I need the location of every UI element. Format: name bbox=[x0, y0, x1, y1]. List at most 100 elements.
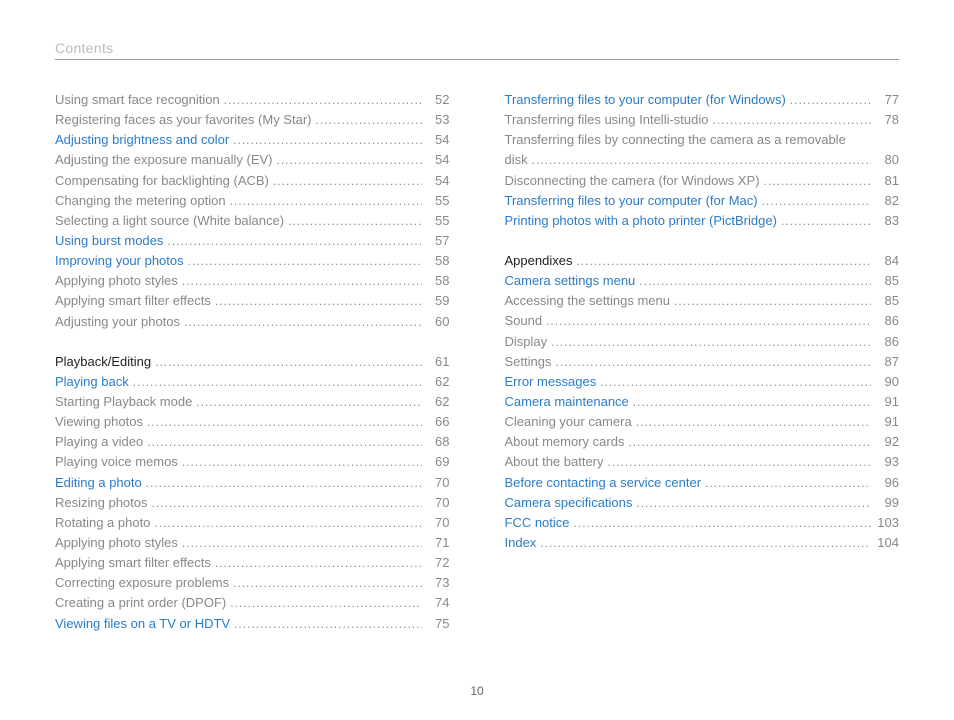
toc-entry: Using smart face recognition ...........… bbox=[55, 90, 450, 110]
toc-dots: ........................................… bbox=[273, 151, 422, 170]
toc-entry-page: 85 bbox=[871, 291, 899, 311]
toc-entry[interactable]: Index ..................................… bbox=[505, 533, 900, 553]
toc-entry-page: 80 bbox=[871, 150, 899, 170]
toc-entry-page: 62 bbox=[422, 392, 450, 412]
toc-entry-title[interactable]: FCC notice bbox=[505, 513, 570, 533]
toc-entry[interactable]: Camera specifications ..................… bbox=[505, 493, 900, 513]
toc-entry-title[interactable]: Transferring files to your computer (for… bbox=[505, 191, 758, 211]
toc-entry-title: Settings bbox=[505, 352, 552, 372]
toc-entry-page: 85 bbox=[871, 271, 899, 291]
toc-entry-wrap: Transferring files by connecting the cam… bbox=[505, 130, 900, 150]
toc-dots: ........................................… bbox=[624, 433, 871, 452]
toc-entry-title[interactable]: Printing photos with a photo printer (Pi… bbox=[505, 211, 777, 231]
toc-entry-title[interactable]: Viewing files on a TV or HDTV bbox=[55, 614, 230, 634]
toc-entry-page: 66 bbox=[422, 412, 450, 432]
toc-entry: Changing the metering option ...........… bbox=[55, 191, 450, 211]
toc-entry-title[interactable]: Adjusting brightness and color bbox=[55, 130, 229, 150]
toc-entry-page: 55 bbox=[422, 191, 450, 211]
toc-entry[interactable]: Editing a photo ........................… bbox=[55, 473, 450, 493]
toc-entry-title[interactable]: Improving your photos bbox=[55, 251, 184, 271]
toc-entry-title: Applying photo styles bbox=[55, 533, 178, 553]
toc-dots: ........................................… bbox=[551, 353, 871, 372]
toc-entry-page: 72 bbox=[422, 553, 450, 573]
toc-entry-title: Transferring files using Intelli-studio bbox=[505, 110, 709, 130]
toc-entry-page: 62 bbox=[422, 372, 450, 392]
toc-entry: Applying photo styles ..................… bbox=[55, 533, 450, 553]
toc-entry[interactable]: Using burst modes ......................… bbox=[55, 231, 450, 251]
toc-entry-title: About the battery bbox=[505, 452, 604, 472]
toc-entry-title: Selecting a light source (White balance) bbox=[55, 211, 284, 231]
toc-entry: Correcting exposure problems ...........… bbox=[55, 573, 450, 593]
toc-entry-page: 55 bbox=[422, 211, 450, 231]
toc-entry-page: 82 bbox=[871, 191, 899, 211]
toc-entry[interactable]: Playing back ...........................… bbox=[55, 372, 450, 392]
toc-left-column: Using smart face recognition ...........… bbox=[55, 90, 450, 634]
toc-entry[interactable]: Error messages .........................… bbox=[505, 372, 900, 392]
toc-entry: About the battery ......................… bbox=[505, 452, 900, 472]
toc-dots: ........................................… bbox=[211, 554, 422, 573]
toc-entry[interactable]: Viewing files on a TV or HDTV ..........… bbox=[55, 614, 450, 634]
toc-entry[interactable]: Transferring files to your computer (for… bbox=[505, 191, 900, 211]
toc-entry: Compensating for backlighting (ACB) ....… bbox=[55, 171, 450, 191]
toc-entry-title: Correcting exposure problems bbox=[55, 573, 229, 593]
toc-dots: ........................................… bbox=[284, 212, 421, 231]
toc-entry: Adjusting your photos ..................… bbox=[55, 312, 450, 332]
toc-entry-page: 92 bbox=[871, 432, 899, 452]
toc-entry-title: Compensating for backlighting (ACB) bbox=[55, 171, 269, 191]
toc-entry-title[interactable]: Playing back bbox=[55, 372, 129, 392]
toc-entry[interactable]: Adjusting brightness and color .........… bbox=[55, 130, 450, 150]
toc-entry: Viewing photos .........................… bbox=[55, 412, 450, 432]
toc-entry[interactable]: Camera settings menu ...................… bbox=[505, 271, 900, 291]
toc-dots: ........................................… bbox=[226, 192, 422, 211]
toc-dots: ........................................… bbox=[596, 373, 871, 392]
toc-dots: ........................................… bbox=[143, 433, 421, 452]
toc-entry[interactable]: Before contacting a service center .....… bbox=[505, 473, 900, 493]
toc-entry-title: Registering faces as your favorites (My … bbox=[55, 110, 311, 130]
toc-dots: ........................................… bbox=[230, 615, 421, 634]
toc-dots: ........................................… bbox=[311, 111, 421, 130]
toc-entry-page: 57 bbox=[422, 231, 450, 251]
toc-entry-page: 68 bbox=[422, 432, 450, 452]
toc-entry[interactable]: Camera maintenance .....................… bbox=[505, 392, 900, 412]
page-number: 10 bbox=[0, 684, 954, 698]
toc-entry-title[interactable]: Before contacting a service center bbox=[505, 473, 702, 493]
toc-dots: ........................................… bbox=[178, 534, 422, 553]
toc-entry-page: 96 bbox=[871, 473, 899, 493]
toc-entry-page: 54 bbox=[422, 150, 450, 170]
toc-entry-title[interactable]: Transferring files to your computer (for… bbox=[505, 90, 786, 110]
toc-dots: ........................................… bbox=[670, 292, 871, 311]
toc-entry-title[interactable]: Camera specifications bbox=[505, 493, 633, 513]
toc-entry-page: 60 bbox=[422, 312, 450, 332]
toc-dots: ........................................… bbox=[143, 413, 422, 432]
toc-entry: Resizing photos ........................… bbox=[55, 493, 450, 513]
toc-entry-title: Applying photo styles bbox=[55, 271, 178, 291]
toc-entry-page: 86 bbox=[871, 332, 899, 352]
toc-entry: Starting Playback mode .................… bbox=[55, 392, 450, 412]
toc-entry-title: Display bbox=[505, 332, 548, 352]
toc-right-column: Transferring files to your computer (for… bbox=[505, 90, 900, 634]
toc-dots: ........................................… bbox=[786, 91, 871, 110]
toc-entry-page: 74 bbox=[422, 593, 450, 613]
toc-entry: disk ...................................… bbox=[505, 150, 900, 170]
toc-dots: ........................................… bbox=[142, 474, 422, 493]
toc-entry[interactable]: Improving your photos ..................… bbox=[55, 251, 450, 271]
toc-entry-title: Accessing the settings menu bbox=[505, 291, 670, 311]
header-rule bbox=[55, 59, 899, 60]
toc-dots: ........................................… bbox=[180, 313, 421, 332]
toc-entry-title[interactable]: Using burst modes bbox=[55, 231, 163, 251]
toc-dots: ........................................… bbox=[178, 453, 422, 472]
toc-entry-title: disk bbox=[505, 150, 528, 170]
toc-entry[interactable]: Printing photos with a photo printer (Pi… bbox=[505, 211, 900, 231]
toc-entry-title[interactable]: Error messages bbox=[505, 372, 597, 392]
toc-dots: ........................................… bbox=[151, 353, 421, 372]
toc-entry[interactable]: FCC notice .............................… bbox=[505, 513, 900, 533]
toc-entry: Appendixes .............................… bbox=[505, 251, 900, 271]
toc-entry[interactable]: Transferring files to your computer (for… bbox=[505, 90, 900, 110]
toc-entry-title[interactable]: Editing a photo bbox=[55, 473, 142, 493]
toc-entry-title[interactable]: Camera settings menu bbox=[505, 271, 636, 291]
toc-entry-page: 69 bbox=[422, 452, 450, 472]
toc-entry-title[interactable]: Camera maintenance bbox=[505, 392, 629, 412]
toc-entry: Disconnecting the camera (for Windows XP… bbox=[505, 171, 900, 191]
toc-entry-page: 84 bbox=[871, 251, 899, 271]
toc-entry-title[interactable]: Index bbox=[505, 533, 537, 553]
